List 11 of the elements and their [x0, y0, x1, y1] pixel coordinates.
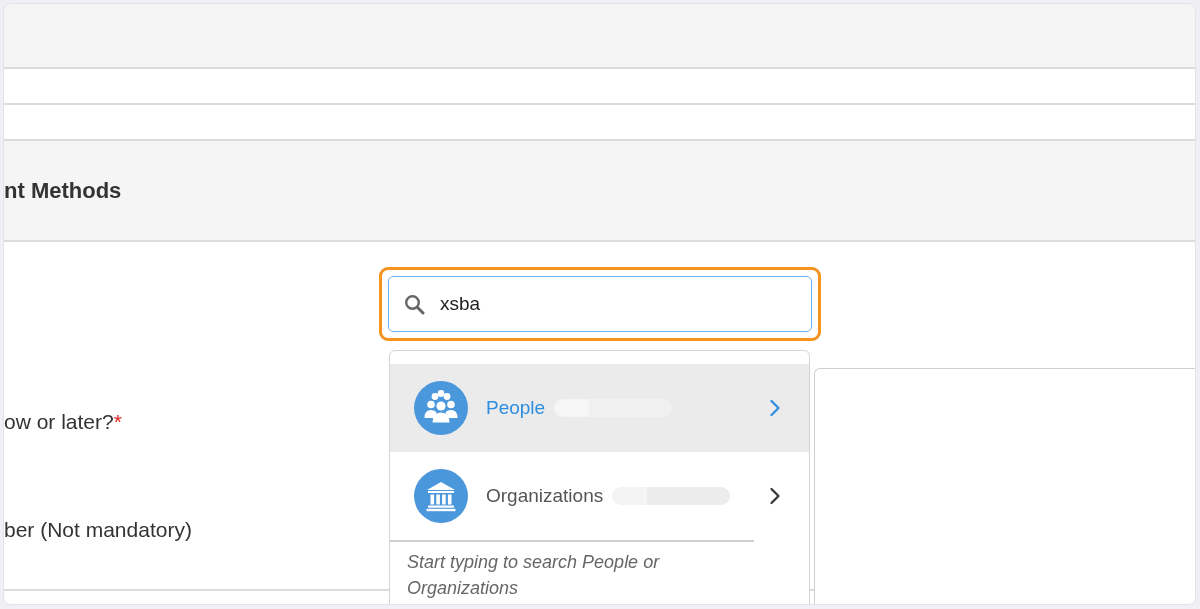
field-label: ow or later?	[4, 409, 114, 435]
hint-text: Start typing to search People or Organizations	[390, 540, 754, 601]
search-icon	[404, 293, 425, 315]
people-group-icon	[414, 381, 468, 435]
field-label: ber (Not mandatory)	[4, 517, 192, 543]
required-mark: *	[113, 409, 122, 435]
chevron-right-icon	[769, 487, 781, 505]
bank-building-icon	[414, 469, 468, 523]
section-title: nt Methods	[4, 177, 122, 204]
chevron-right-icon	[769, 399, 781, 417]
search-field[interactable]: xsba	[388, 276, 812, 332]
